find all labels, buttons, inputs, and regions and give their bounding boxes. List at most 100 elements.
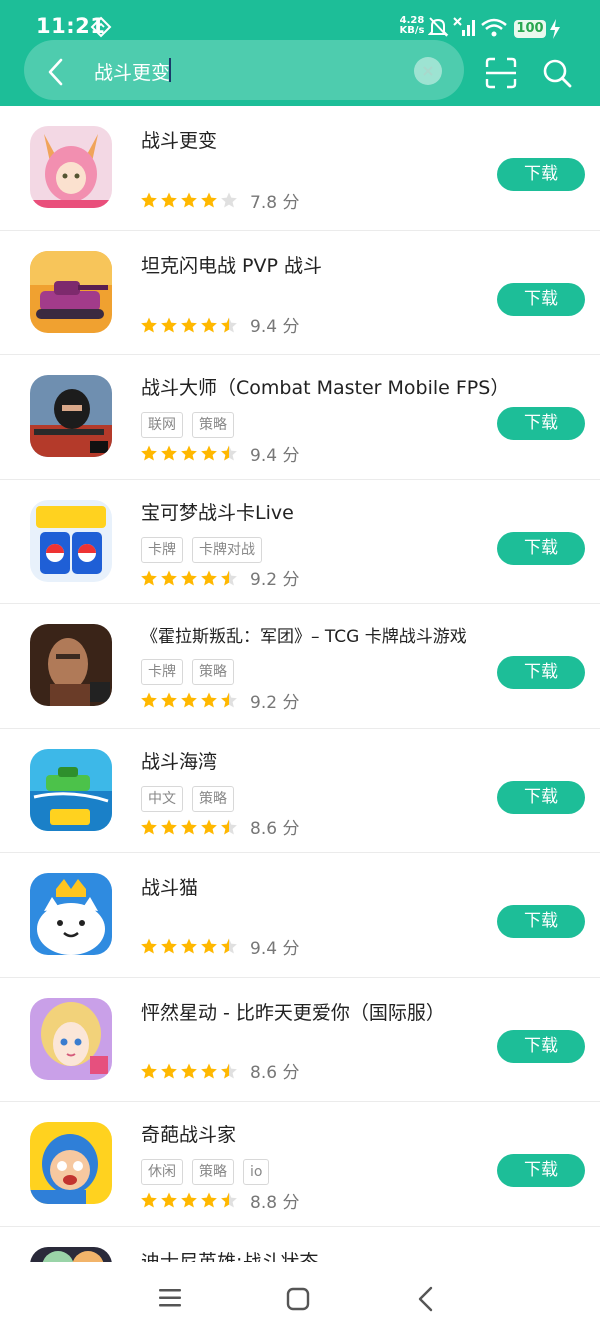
tag: 策略 <box>192 659 234 685</box>
tag: 策略 <box>192 1159 234 1185</box>
search-results: 战斗更变 7.8 分 下载 坦克闪电战 PVP 战斗 9.4 分 下载 战斗大师… <box>0 106 600 1262</box>
download-button[interactable]: 下载 <box>497 905 585 938</box>
star-icon <box>201 1192 217 1208</box>
star-icon <box>141 1063 157 1078</box>
app-name: 《霍拉斯叛乱：军团》– TCG 卡牌战斗游戏 <box>141 627 467 647</box>
list-item[interactable]: 《霍拉斯叛乱：军团》– TCG 卡牌战斗游戏 卡牌 策略 9.2 分 下载 <box>0 604 600 729</box>
star-icon <box>181 1063 197 1078</box>
download-button[interactable]: 下载 <box>497 282 585 316</box>
star-icon <box>181 938 197 954</box>
list-item[interactable]: 怦然星动 - 比昨天更爱你（国际服） 8.6 分 下载 <box>0 978 600 1102</box>
rating-score: 9.2 分 <box>250 570 300 590</box>
rating-score: 8.6 分 <box>250 1063 300 1083</box>
charging-icon <box>550 19 560 39</box>
star-icon <box>141 445 157 461</box>
rating-stars: 9.2 分 <box>140 568 300 590</box>
menu-icon[interactable] <box>158 1288 182 1308</box>
tag-list: 联网 策略 <box>141 412 234 438</box>
tag-list: 中文 策略 <box>141 785 234 812</box>
wifi-icon <box>481 18 507 37</box>
rating-stars: 8.8 分 <box>140 1190 299 1213</box>
home-icon[interactable] <box>286 1287 310 1311</box>
list-item[interactable]: 坦克闪电战 PVP 战斗 9.4 分 下载 <box>0 231 600 355</box>
tag-list: 休闲 策略 io <box>141 1159 270 1185</box>
list-item[interactable]: 奇葩战斗家 休闲 策略 io 8.8 分 下载 <box>0 1102 600 1227</box>
tag: 策略 <box>192 412 234 438</box>
search-icon[interactable] <box>540 56 574 90</box>
download-button[interactable]: 下载 <box>497 780 585 814</box>
star-icon <box>161 819 177 834</box>
list-item[interactable]: 宝可梦战斗卡Live 卡牌 卡牌对战 9.2 分 下载 <box>0 480 600 604</box>
star-icon <box>181 1192 197 1208</box>
tag: 卡牌 <box>141 659 183 685</box>
star-icon <box>181 819 197 834</box>
app-name: 宝可梦战斗卡Live <box>141 501 294 524</box>
star-half-icon <box>221 938 237 954</box>
star-icon <box>161 692 177 708</box>
star-icon <box>161 938 177 954</box>
star-icon <box>141 938 157 954</box>
list-item[interactable]: 战斗大师（Combat Master Mobile FPS） 联网 策略 9.4… <box>0 355 600 480</box>
download-button[interactable]: 下载 <box>497 1154 585 1187</box>
star-icon <box>141 317 157 332</box>
list-item[interactable]: 战斗更变 7.8 分 下载 <box>0 106 600 231</box>
star-icon <box>161 317 177 332</box>
tag: 联网 <box>141 412 183 438</box>
app-icon <box>30 1246 112 1262</box>
rating-score: 9.4 分 <box>250 445 300 466</box>
star-half-icon <box>221 1192 237 1208</box>
download-button[interactable]: 下载 <box>497 531 585 565</box>
star-icon <box>201 317 217 332</box>
star-icon <box>201 570 217 585</box>
star-icon <box>201 1063 217 1078</box>
location-icon <box>90 16 112 38</box>
back-icon[interactable] <box>414 1286 438 1312</box>
star-icon <box>141 819 157 834</box>
download-button[interactable]: 下载 <box>497 407 585 440</box>
app-name: 迪士尼英雄:战斗状态 <box>141 1250 319 1263</box>
search-input[interactable] <box>94 57 394 85</box>
list-item[interactable]: 战斗猫 9.4 分 下载 <box>0 853 600 978</box>
status-icons <box>428 17 507 37</box>
download-button[interactable]: 下载 <box>497 158 585 191</box>
star-half-icon <box>221 1063 237 1078</box>
star-half-icon <box>221 819 237 834</box>
star-icon <box>161 192 177 208</box>
scan-icon[interactable] <box>484 56 518 90</box>
rating-score: 7.8 分 <box>250 192 300 213</box>
rating-stars: 8.6 分 <box>140 1061 300 1083</box>
download-button[interactable]: 下载 <box>497 656 585 689</box>
star-icon <box>161 1192 177 1208</box>
back-arrow-icon[interactable] <box>34 50 78 94</box>
star-icon <box>141 692 157 708</box>
star-half-icon <box>221 317 237 332</box>
app-name: 奇葩战斗家 <box>141 1124 237 1146</box>
tag-list: 卡牌 策略 <box>141 659 234 685</box>
text-caret <box>169 58 171 82</box>
app-icon <box>30 499 112 582</box>
rating-stars: 9.4 分 <box>140 936 300 959</box>
download-button[interactable]: 下载 <box>497 1029 585 1063</box>
list-item[interactable]: 迪士尼英雄:战斗状态 <box>0 1227 600 1263</box>
star-icon <box>201 819 217 834</box>
app-name: 坦克闪电战 PVP 战斗 <box>141 254 322 277</box>
star-icon <box>181 445 197 461</box>
app-name: 战斗海湾 <box>141 750 218 773</box>
app-name: 战斗猫 <box>141 877 199 899</box>
top-header: 11:21 4.28 KB/s 100 战斗更变 × <box>0 0 600 106</box>
star-icon <box>161 570 177 585</box>
app-icon <box>30 748 112 831</box>
rating-score: 9.4 分 <box>250 938 300 959</box>
rating-score: 9.2 分 <box>250 692 300 713</box>
rating-stars: 9.4 分 <box>140 315 300 337</box>
star-icon <box>141 1192 157 1208</box>
app-icon <box>30 873 112 955</box>
app-icon <box>30 1122 112 1204</box>
star-empty-icon <box>221 192 237 208</box>
list-item[interactable]: 战斗海湾 中文 策略 8.6 分 下载 <box>0 729 600 853</box>
star-icon <box>201 692 217 708</box>
rating-stars: 9.2 分 <box>140 690 300 713</box>
star-half-icon <box>221 692 237 708</box>
clear-icon[interactable]: × <box>414 57 442 85</box>
rating-score: 9.4 分 <box>250 317 300 337</box>
